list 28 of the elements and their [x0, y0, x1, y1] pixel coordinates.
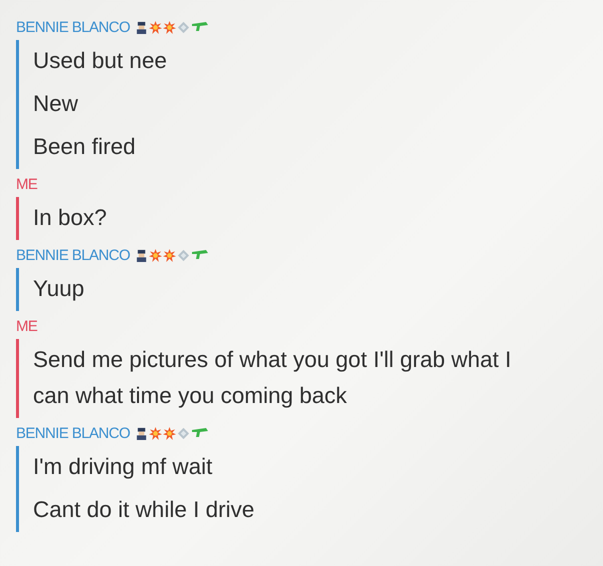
message-text: Used but nee [33, 47, 168, 75]
water-gun-icon [190, 427, 209, 439]
sender-name: ME [16, 318, 38, 334]
explosion-icon [148, 20, 162, 34]
gem-icon [176, 248, 190, 262]
officer-icon [134, 426, 148, 440]
explosion-icon [162, 248, 176, 262]
message-text: I'm driving mf wait [33, 453, 214, 481]
water-gun-icon [190, 21, 209, 33]
water-gun-icon [190, 249, 209, 261]
explosion-icon [162, 426, 176, 440]
message-text: Cant do it while I drive [33, 496, 256, 524]
sender-name: BENNIE BLANCO [16, 18, 130, 36]
sender-name: BENNIE BLANCO [16, 246, 130, 264]
officer-icon [134, 248, 148, 262]
message-text: New [33, 90, 80, 118]
message-text: Yuup [33, 275, 86, 303]
sender-name: BENNIE BLANCO [16, 424, 130, 442]
sender-name: ME [16, 176, 38, 192]
gem-icon [176, 20, 190, 34]
message-text: In box? [33, 204, 108, 232]
officer-icon [134, 20, 148, 34]
explosion-icon [148, 426, 162, 440]
gem-icon [176, 426, 190, 440]
explosion-icon [162, 20, 176, 34]
explosion-icon [148, 248, 162, 262]
message-text: Been fired [33, 133, 137, 161]
message-text: Send me pictures of what you got I'll grab what I can what time you coming back [33, 346, 512, 410]
